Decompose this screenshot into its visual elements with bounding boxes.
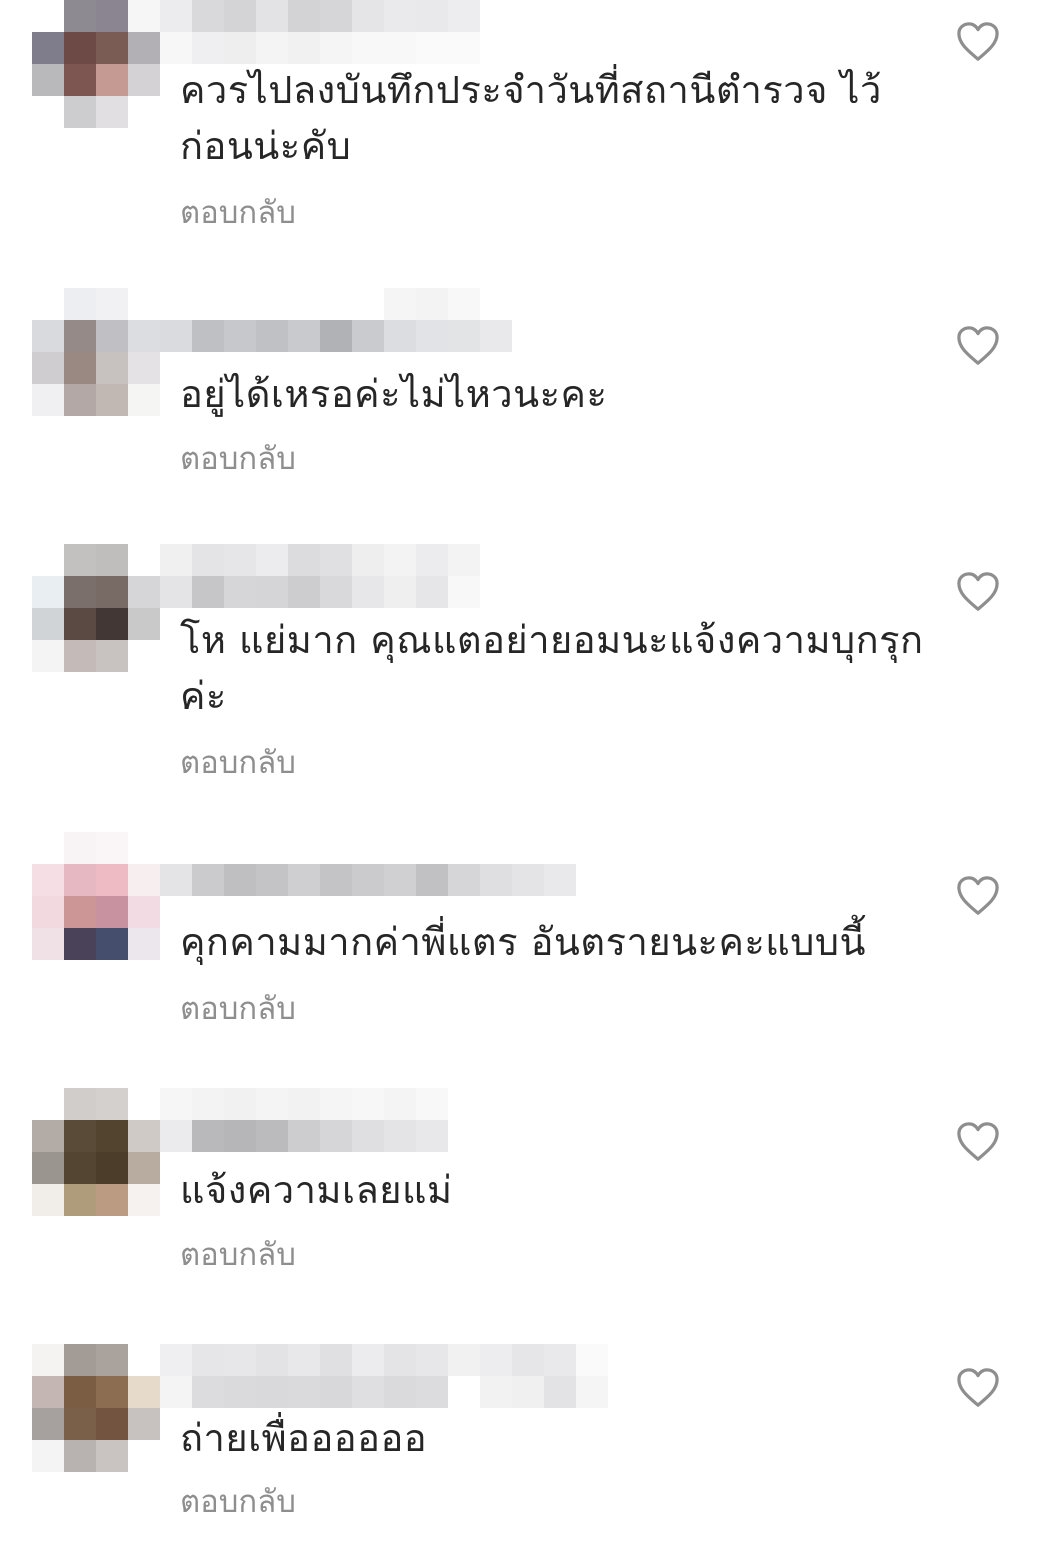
like-button[interactable] — [955, 1120, 1001, 1162]
heart-outline-icon — [957, 1368, 999, 1407]
like-button[interactable] — [955, 324, 1001, 366]
reply-button[interactable]: ตอบกลับ — [180, 1235, 296, 1275]
reply-button[interactable]: ตอบกลับ — [180, 193, 296, 233]
username-pixelated[interactable] — [160, 832, 576, 896]
reply-button[interactable]: ตอบกลับ — [180, 989, 296, 1029]
avatar[interactable] — [32, 288, 160, 416]
comment-text: ถ่ายเพื่ออออออ — [180, 1416, 428, 1460]
username-pixelated[interactable] — [160, 544, 480, 608]
comment-text: อยู่ได้เหรอค่ะไม่ไหวนะคะ — [180, 372, 608, 416]
heart-outline-icon — [957, 572, 999, 611]
like-button[interactable] — [955, 1366, 1001, 1408]
comment-text: โห แย่มาก คุณแตอย่ายอมนะแจ้งความบุกรุกค่… — [180, 618, 924, 718]
username-pixelated[interactable] — [160, 0, 480, 64]
reply-button[interactable]: ตอบกลับ — [180, 1482, 296, 1522]
avatar[interactable] — [32, 1088, 160, 1216]
avatar[interactable] — [32, 544, 160, 672]
like-button[interactable] — [955, 874, 1001, 916]
like-button[interactable] — [955, 20, 1001, 62]
heart-outline-icon — [957, 326, 999, 365]
comment-text: ควรไปลงบันทึกประจำวันที่สถานีตำรวจ ไว้ก่… — [180, 68, 882, 168]
comment-text: คุกคามมากค่าพี่แตร อันตรายนะคะแบบนี้ — [180, 920, 867, 964]
heart-outline-icon — [957, 22, 999, 61]
heart-outline-icon — [957, 1122, 999, 1161]
heart-outline-icon — [957, 876, 999, 915]
reply-button[interactable]: ตอบกลับ — [180, 743, 296, 783]
reply-button[interactable]: ตอบกลับ — [180, 439, 296, 479]
username-pixelated[interactable] — [160, 1344, 640, 1408]
username-pixelated[interactable] — [160, 288, 512, 352]
avatar[interactable] — [32, 832, 160, 960]
comment-text: แจ้งความเลยแม่ — [180, 1168, 453, 1212]
avatar[interactable] — [32, 0, 160, 128]
like-button[interactable] — [955, 570, 1001, 612]
avatar[interactable] — [32, 1344, 160, 1472]
username-pixelated[interactable] — [160, 1088, 448, 1152]
